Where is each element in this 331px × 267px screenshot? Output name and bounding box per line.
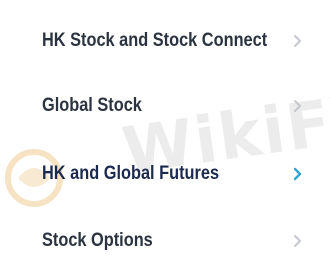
menu-item-label: Global Stock bbox=[42, 95, 142, 116]
menu-item-label: HK Stock and Stock Connect bbox=[42, 30, 268, 51]
menu-item-hk-stock-and-stock-connect[interactable]: HK Stock and Stock Connect bbox=[0, 21, 331, 61]
navigation-menu: WikiFX HK Stock and Stock Connect Global… bbox=[0, 0, 331, 267]
chevron-right-icon bbox=[294, 35, 301, 47]
menu-item-label: HK and Global Futures bbox=[42, 163, 220, 184]
menu-item-label: Stock Options bbox=[42, 230, 153, 251]
chevron-right-icon bbox=[294, 235, 301, 247]
menu-item-stock-options[interactable]: Stock Options bbox=[0, 221, 331, 261]
menu-item-hk-and-global-futures[interactable]: HK and Global Futures bbox=[0, 154, 331, 194]
chevron-right-icon bbox=[294, 100, 301, 112]
menu-item-global-stock[interactable]: Global Stock bbox=[0, 86, 331, 126]
chevron-right-icon bbox=[293, 167, 302, 181]
